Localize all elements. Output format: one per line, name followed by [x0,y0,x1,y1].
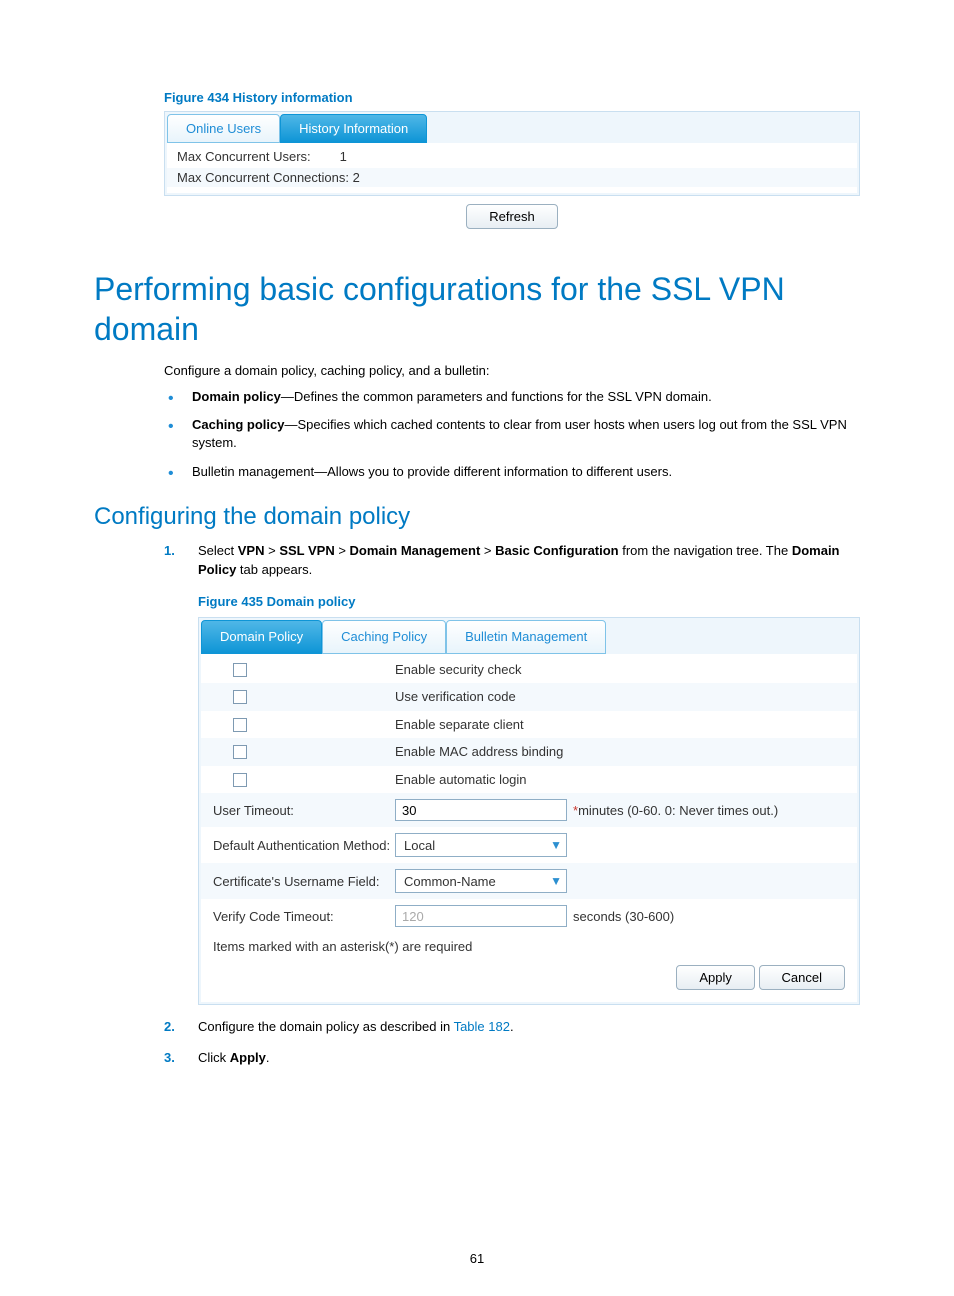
page-number: 61 [0,1251,954,1266]
label-verification-code: Use verification code [395,687,516,707]
bullet-bulletin-mgmt: Bulletin management—Allows you to provid… [164,463,860,481]
figure-434-panel: Online Users History Information Max Con… [164,111,860,196]
checkbox-security-check[interactable] [233,663,247,677]
step-2: Configure the domain policy as described… [164,1017,860,1037]
figure-434-caption: Figure 434 History information [164,90,860,105]
figure-434-tabs: Online Users History Information [167,114,857,143]
tab-bulletin-management[interactable]: Bulletin Management [446,620,606,654]
chevron-down-icon: ▼ [550,836,562,854]
refresh-button[interactable]: Refresh [466,204,558,229]
figure-435-caption: Figure 435 Domain policy [198,592,860,612]
max-concurrent-conn-value: 2 [353,170,360,185]
label-auth-method: Default Authentication Method: [213,836,395,856]
checkbox-separate-client[interactable] [233,718,247,732]
select-auth-method[interactable]: Local ▼ [395,833,567,857]
input-verify-timeout[interactable] [395,905,567,927]
bullet-list: Domain policy—Defines the common paramet… [164,388,860,481]
steps-list: Select VPN > SSL VPN > Domain Management… [164,541,860,1068]
checkbox-mac-binding[interactable] [233,745,247,759]
tab-history-information[interactable]: History Information [280,114,427,143]
tab-online-users[interactable]: Online Users [167,114,280,143]
max-concurrent-users-value: 1 [340,149,347,164]
select-cert-username[interactable]: Common-Name ▼ [395,869,567,893]
tab-domain-policy[interactable]: Domain Policy [201,620,322,654]
checkbox-auto-login[interactable] [233,773,247,787]
link-table-182[interactable]: Table 182 [454,1019,510,1034]
cancel-button[interactable]: Cancel [759,965,845,990]
label-user-timeout: User Timeout: [213,801,395,821]
checkbox-verification-code[interactable] [233,690,247,704]
section-heading: Performing basic configurations for the … [94,269,860,349]
label-verify-timeout: Verify Code Timeout: [213,907,395,927]
figure-434-body: Max Concurrent Users: 1 Max Concurrent C… [167,143,857,193]
subsection-heading: Configuring the domain policy [94,503,860,531]
label-mac-binding: Enable MAC address binding [395,742,563,762]
intro-text: Configure a domain policy, caching polic… [164,363,860,378]
label-auto-login: Enable automatic login [395,770,527,790]
figure-435-tabs: Domain Policy Caching Policy Bulletin Ma… [201,620,857,654]
bullet-domain-policy: Domain policy—Defines the common paramet… [164,388,860,406]
required-footnote: Items marked with an asterisk(*) are req… [201,933,857,957]
input-user-timeout[interactable] [395,799,567,821]
max-concurrent-users-label: Max Concurrent Users: [177,149,311,164]
label-separate-client: Enable separate client [395,715,524,735]
chevron-down-icon: ▼ [550,872,562,890]
step-3: Click Apply. [164,1048,860,1068]
bullet-caching-policy: Caching policy—Specifies which cached co… [164,416,860,452]
step-1: Select VPN > SSL VPN > Domain Management… [164,541,860,1005]
max-concurrent-conn-label: Max Concurrent Connections: [177,170,349,185]
hint-verify-timeout: seconds (30-600) [573,907,674,927]
figure-435-panel: Domain Policy Caching Policy Bulletin Ma… [198,617,860,1005]
hint-user-timeout: minutes (0-60. 0: Never times out.) [578,803,778,818]
apply-button[interactable]: Apply [676,965,755,990]
tab-caching-policy[interactable]: Caching Policy [322,620,446,654]
label-cert-username: Certificate's Username Field: [213,872,395,892]
label-security-check: Enable security check [395,660,521,680]
